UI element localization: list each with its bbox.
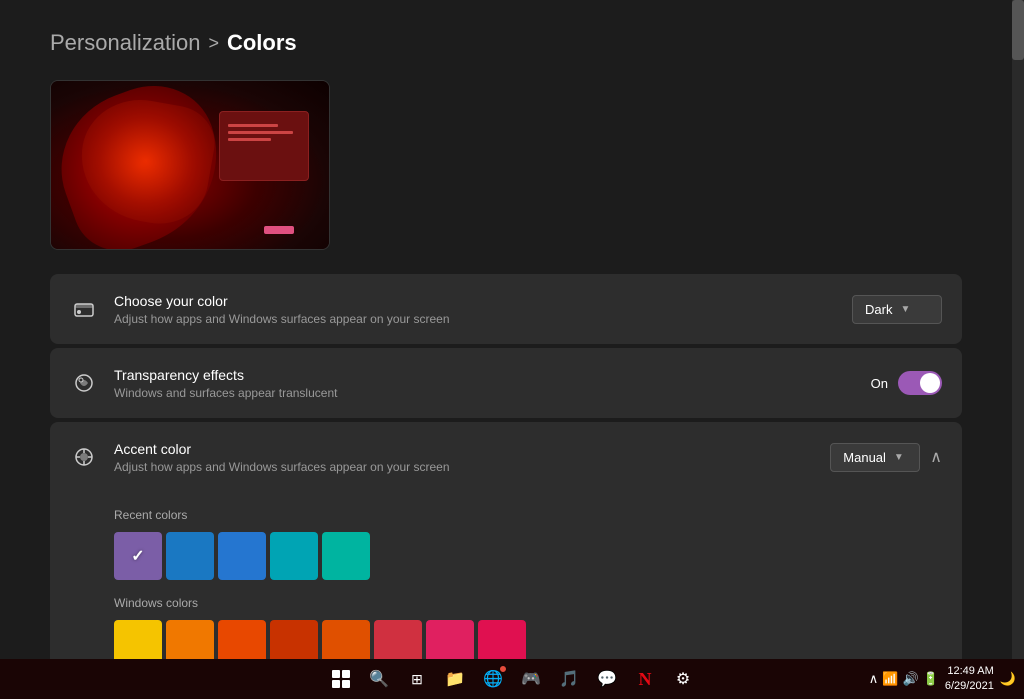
netflix-button[interactable]: N [629, 663, 661, 695]
taskbar-right: ∧ 📶 🔊 🔋 12:49 AM 6/29/2021 🌙 [869, 664, 1016, 695]
preview-image [50, 80, 330, 250]
accent-color-dropdown[interactable]: Manual ▼ [830, 443, 920, 472]
transparency-row: Transparency effects Windows and surface… [50, 348, 962, 418]
windows-logo-icon [332, 670, 350, 688]
volume-icon[interactable]: 🔊 [903, 671, 919, 687]
win-swatch-0-6[interactable] [426, 620, 474, 659]
breadcrumb-parent[interactable]: Personalization [50, 30, 200, 56]
color-icon [70, 295, 98, 323]
dropdown-arrow-icon: ▼ [900, 304, 910, 315]
main-content: Personalization > Colors [0, 0, 1012, 659]
recent-swatch-1[interactable] [166, 532, 214, 580]
recent-swatch-3[interactable] [270, 532, 318, 580]
win-swatch-0-0[interactable] [114, 620, 162, 659]
choose-color-dropdown[interactable]: Dark ▼ [852, 295, 942, 324]
accent-color-row: Accent color Adjust how apps and Windows… [50, 422, 962, 492]
breadcrumb-separator: > [208, 33, 219, 54]
spotify-icon: 🎵 [559, 669, 579, 689]
start-button[interactable] [325, 663, 357, 695]
choose-color-title: Choose your color [114, 293, 450, 309]
win-swatch-0-7[interactable] [478, 620, 526, 659]
settings-taskbar-icon: ⚙ [676, 669, 690, 689]
accent-expanded-section: Recent colors Windows colors [50, 492, 962, 659]
taskbar: 🔍 ⊞ 📁 🌐 🎮 🎵 💬 N ⚙ [0, 659, 1024, 699]
win-swatch-0-3[interactable] [270, 620, 318, 659]
whatsapp-button[interactable]: 💬 [591, 663, 623, 695]
transparency-icon [70, 369, 98, 397]
win-swatch-0-5[interactable] [374, 620, 422, 659]
search-button[interactable]: 🔍 [363, 663, 395, 695]
scrollbar-thumb[interactable] [1012, 0, 1024, 60]
transparency-title: Transparency effects [114, 367, 337, 383]
time-date-block[interactable]: 12:49 AM 6/29/2021 [945, 664, 994, 695]
recent-color-swatches [114, 532, 942, 580]
notification-icon[interactable]: 🌙 [1000, 671, 1016, 687]
clock-date: 6/29/2021 [945, 679, 994, 694]
recent-swatch-0[interactable] [114, 532, 162, 580]
win-swatch-0-1[interactable] [166, 620, 214, 659]
clock-time: 12:49 AM [945, 664, 994, 679]
taskbar-center: 🔍 ⊞ 📁 🌐 🎮 🎵 💬 N ⚙ [325, 663, 699, 695]
file-explorer-button[interactable]: 📁 [439, 663, 471, 695]
netflix-icon: N [639, 669, 652, 690]
breadcrumb: Personalization > Colors [50, 30, 962, 56]
tray-chevron-icon[interactable]: ∧ [869, 671, 879, 687]
settings-taskbar-button[interactable]: ⚙ [667, 663, 699, 695]
accent-subtitle: Adjust how apps and Windows surfaces app… [114, 460, 450, 474]
recent-swatch-4[interactable] [322, 532, 370, 580]
breadcrumb-current: Colors [227, 30, 297, 56]
accent-dropdown-arrow-icon: ▼ [894, 452, 904, 463]
accent-title: Accent color [114, 441, 450, 457]
toggle-knob [920, 373, 940, 393]
whatsapp-icon: 💬 [597, 669, 617, 689]
recent-swatch-2[interactable] [218, 532, 266, 580]
windows-colors-label: Windows colors [114, 596, 942, 610]
transparency-subtitle: Windows and surfaces appear translucent [114, 386, 337, 400]
steam-icon: 🎮 [521, 669, 541, 689]
file-explorer-icon: 📁 [445, 669, 465, 689]
choose-color-row: Choose your color Adjust how apps and Wi… [50, 274, 962, 344]
battery-icon[interactable]: 🔋 [923, 671, 939, 687]
win-swatch-0-4[interactable] [322, 620, 370, 659]
recent-colors-label: Recent colors [114, 508, 942, 522]
edge-notification-dot [499, 665, 507, 673]
win-swatch-0-2[interactable] [218, 620, 266, 659]
choose-color-subtitle: Adjust how apps and Windows surfaces app… [114, 312, 450, 326]
accent-collapse-icon[interactable]: ∧ [930, 447, 942, 467]
edge-button[interactable]: 🌐 [477, 663, 509, 695]
search-icon: 🔍 [369, 669, 389, 689]
system-tray: ∧ 📶 🔊 🔋 [869, 671, 939, 687]
task-view-button[interactable]: ⊞ [401, 663, 433, 695]
windows-colors-row-1 [114, 620, 942, 659]
toggle-label: On [871, 376, 888, 391]
scrollbar-track [1012, 0, 1024, 659]
transparency-toggle[interactable] [898, 371, 942, 395]
spotify-button[interactable]: 🎵 [553, 663, 585, 695]
task-view-icon: ⊞ [411, 671, 423, 688]
wifi-icon[interactable]: 📶 [882, 671, 898, 687]
accent-icon [70, 443, 98, 471]
steam-button[interactable]: 🎮 [515, 663, 547, 695]
